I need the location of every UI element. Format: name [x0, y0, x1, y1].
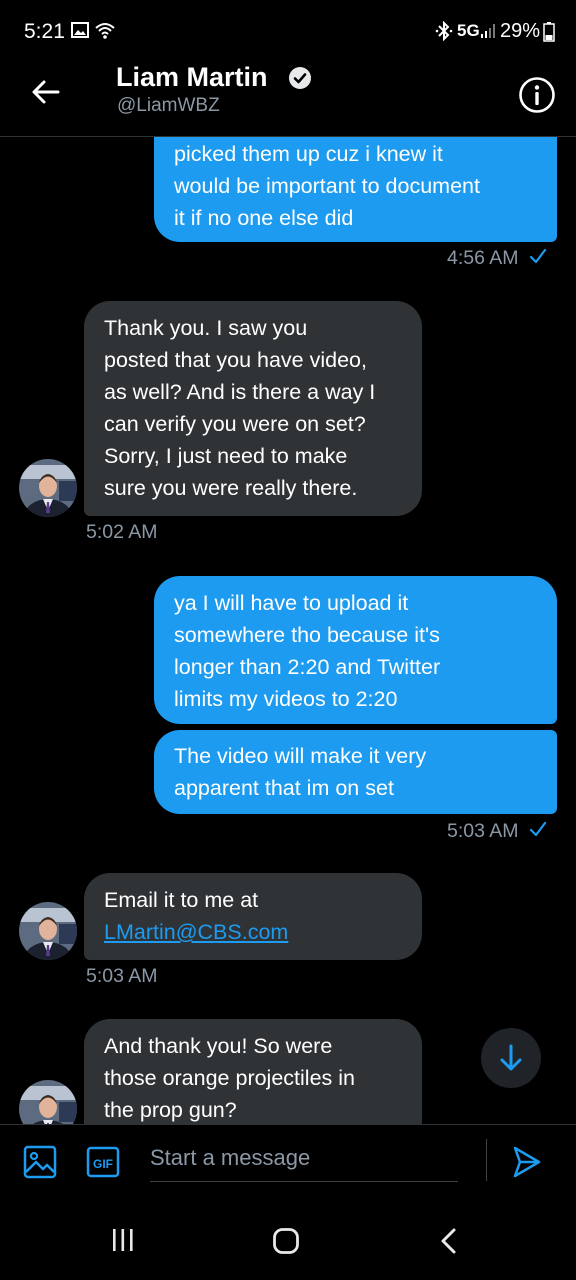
message-line: picked them up cuz i knew it: [174, 142, 443, 166]
message-line: Thank you. I saw you: [104, 316, 308, 340]
home-icon: [273, 1228, 299, 1254]
recent-apps-icon: [113, 1229, 133, 1251]
gif-button[interactable]: GIF: [86, 1146, 120, 1183]
message-line: apparent that im on set: [174, 776, 394, 800]
composer-divider: [486, 1139, 487, 1181]
message-line: Sorry, I just need to make: [104, 444, 348, 468]
signal-icon: [480, 23, 496, 44]
scroll-to-bottom-button[interactable]: [481, 1028, 541, 1088]
message-timestamp: 4:56 AM: [447, 247, 547, 270]
bluetooth-icon: [435, 20, 453, 46]
message-line: can verify you were on set?: [104, 412, 366, 436]
message-line: sure you were really there.: [104, 476, 358, 500]
system-nav-bar: [0, 1200, 576, 1280]
arrow-left-icon: [32, 80, 60, 104]
message-line: ya I will have to upload it: [174, 591, 409, 615]
add-image-button[interactable]: [23, 1145, 57, 1184]
message-timestamp: 5:03 AM: [447, 820, 547, 843]
battery-level: 29%: [500, 20, 541, 42]
back-icon: [441, 1228, 456, 1254]
timestamp-text: 5:03 AM: [447, 820, 519, 842]
message-line: Email it to me at: [104, 888, 259, 912]
message-line: as well? And is there a way I: [104, 380, 376, 404]
gallery-icon: [71, 22, 89, 43]
conversation-info-button[interactable]: [518, 76, 556, 114]
timestamp-text: 4:56 AM: [447, 247, 519, 269]
home-button[interactable]: [272, 1227, 300, 1260]
message-line: the prop gun?: [104, 1098, 237, 1122]
sent-message[interactable]: ya I will have to upload it somewhere th…: [154, 576, 557, 724]
message-line: limits my videos to 2:20: [174, 687, 398, 711]
sent-message[interactable]: picked them up cuz i knew it would be im…: [154, 137, 557, 242]
message-timestamp: 5:02 AM: [86, 521, 158, 543]
message-line: would be important to document: [174, 174, 480, 198]
email-link[interactable]: LMartin@CBS.com: [104, 920, 288, 944]
message-line: The video will make it very: [174, 744, 427, 768]
send-button[interactable]: [512, 1145, 542, 1184]
received-message[interactable]: Thank you. I saw you posted that you hav…: [84, 301, 422, 516]
recent-apps-button[interactable]: [110, 1227, 136, 1258]
message-input-placeholder: Start a message: [150, 1145, 311, 1170]
battery-icon: [543, 22, 555, 47]
send-icon: [513, 1146, 541, 1178]
received-message[interactable]: Email it to me at LMartin@CBS.com: [84, 873, 422, 960]
conversation-header: Liam Martin @LiamWBZ: [0, 54, 576, 137]
image-icon: [23, 1145, 57, 1179]
message-line: posted that you have video,: [104, 348, 367, 372]
arrow-down-icon: [500, 1044, 522, 1071]
gif-label: GIF: [93, 1157, 113, 1171]
avatar[interactable]: [19, 459, 77, 517]
read-check-icon: [529, 247, 547, 270]
contact-name[interactable]: Liam Martin: [116, 62, 268, 93]
back-button[interactable]: [30, 76, 62, 108]
system-back-button[interactable]: [438, 1227, 460, 1260]
message-line: it if no one else did: [174, 206, 354, 230]
avatar[interactable]: [19, 902, 77, 960]
message-timestamp: 5:03 AM: [86, 965, 158, 987]
message-line: those orange projectiles in: [104, 1066, 355, 1090]
network-type: 5G: [457, 21, 480, 40]
message-input[interactable]: Start a message: [150, 1143, 458, 1182]
sent-message[interactable]: The video will make it very apparent tha…: [154, 730, 557, 814]
info-icon: [519, 77, 555, 113]
verified-badge-icon: [288, 66, 312, 90]
read-check-icon: [529, 820, 547, 843]
message-composer: GIF Start a message: [0, 1124, 576, 1195]
message-line: longer than 2:20 and Twitter: [174, 655, 441, 679]
contact-handle[interactable]: @LiamWBZ: [117, 95, 220, 117]
status-time: 5:21: [24, 20, 65, 43]
message-line: somewhere tho because it's: [174, 623, 440, 647]
message-line: And thank you! So were: [104, 1034, 333, 1058]
gif-icon: GIF: [86, 1146, 120, 1178]
wifi-icon: [95, 20, 115, 45]
